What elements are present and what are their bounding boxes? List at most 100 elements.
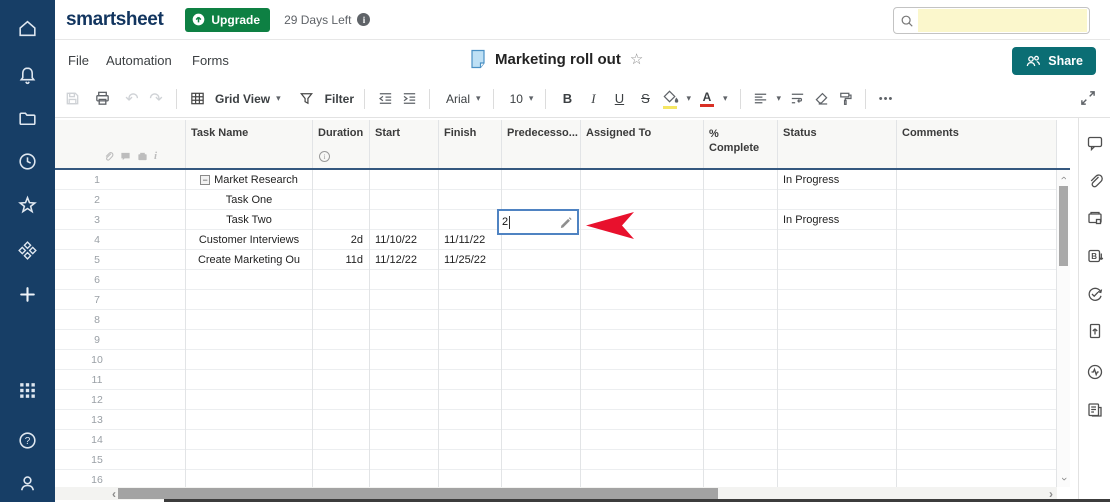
font-size-value[interactable]: 10 xyxy=(510,92,523,106)
column-header-task-name[interactable]: Task Name xyxy=(186,120,313,168)
cell-task-row-3[interactable]: Task Two xyxy=(186,210,313,230)
scroll-up-arrow[interactable]: › xyxy=(1057,172,1070,184)
cell-start-row-7[interactable] xyxy=(370,290,439,310)
menu-automation[interactable]: Automation xyxy=(106,53,172,68)
font-size-caret-icon[interactable]: ▾ xyxy=(529,93,534,104)
align-caret-icon[interactable]: ▾ xyxy=(777,93,782,104)
attachment-paperclip-icon[interactable] xyxy=(103,151,114,162)
more-options-icon[interactable]: ••• xyxy=(874,86,898,112)
cell-comments-row-6[interactable] xyxy=(897,270,1057,290)
cell-finish-row-3[interactable] xyxy=(439,210,502,230)
cell-pred-row-13[interactable] xyxy=(502,410,581,430)
cell-task-row-2[interactable]: Task One xyxy=(186,190,313,210)
cell-pred-row-7[interactable] xyxy=(502,290,581,310)
cell-duration-row-7[interactable] xyxy=(313,290,370,310)
row-number-16[interactable]: 16 xyxy=(55,470,186,487)
vertical-scroll-thumb[interactable] xyxy=(1059,186,1068,266)
row-number-4[interactable]: 4 xyxy=(55,230,186,250)
cell-comments-row-16[interactable] xyxy=(897,470,1057,487)
cell-pct-row-11[interactable] xyxy=(704,370,778,390)
cell-comments-row-2[interactable] xyxy=(897,190,1057,210)
cell-comments-row-10[interactable] xyxy=(897,350,1057,370)
cell-task-row-4[interactable]: Customer Interviews xyxy=(186,230,313,250)
cell-task-row-9[interactable] xyxy=(186,330,313,350)
bold-button[interactable]: B xyxy=(554,86,580,112)
cell-finish-row-10[interactable] xyxy=(439,350,502,370)
cell-task-row-11[interactable] xyxy=(186,370,313,390)
font-family-value[interactable]: Arial xyxy=(446,92,470,106)
grid-view-icon[interactable] xyxy=(185,86,209,112)
outdent-icon[interactable] xyxy=(373,86,397,112)
expand-toolbar-icon[interactable] xyxy=(1078,88,1098,108)
column-header-predecesso-[interactable]: Predecesso... xyxy=(502,120,581,168)
edit-pencil-icon[interactable] xyxy=(559,215,572,228)
cell-start-row-3[interactable] xyxy=(370,210,439,230)
cell-comments-row-4[interactable] xyxy=(897,230,1057,250)
search-box[interactable] xyxy=(893,7,1090,34)
view-selector-label[interactable]: Grid View xyxy=(215,92,270,106)
redo-icon[interactable]: ↷ xyxy=(144,86,168,112)
font-family-caret-icon[interactable]: ▾ xyxy=(476,93,481,104)
undo-icon[interactable]: ↶ xyxy=(120,86,144,112)
strikethrough-button[interactable]: S xyxy=(632,86,658,112)
row-number-15[interactable]: 15 xyxy=(55,450,186,470)
cell-finish-row-6[interactable] xyxy=(439,270,502,290)
cell-pct-row-1[interactable] xyxy=(704,170,778,190)
row-number-7[interactable]: 7 xyxy=(55,290,186,310)
cell-assigned-row-14[interactable] xyxy=(581,430,704,450)
cell-task-row-7[interactable] xyxy=(186,290,313,310)
cell-pct-row-13[interactable] xyxy=(704,410,778,430)
cell-pred-row-5[interactable] xyxy=(502,250,581,270)
cell-task-row-13[interactable] xyxy=(186,410,313,430)
cell-comments-row-13[interactable] xyxy=(897,410,1057,430)
cell-duration-row-9[interactable] xyxy=(313,330,370,350)
cell-finish-row-8[interactable] xyxy=(439,310,502,330)
column-header-finish[interactable]: Finish xyxy=(439,120,502,168)
cell-status-row-16[interactable] xyxy=(778,470,897,487)
cell-pred-row-14[interactable] xyxy=(502,430,581,450)
cell-status-row-13[interactable] xyxy=(778,410,897,430)
cell-assigned-row-1[interactable] xyxy=(581,170,704,190)
cell-pred-row-8[interactable] xyxy=(502,310,581,330)
info-indicator-icon[interactable]: i xyxy=(154,150,157,162)
cell-assigned-row-12[interactable] xyxy=(581,390,704,410)
cell-comments-row-15[interactable] xyxy=(897,450,1057,470)
cell-duration-row-15[interactable] xyxy=(313,450,370,470)
save-icon[interactable] xyxy=(60,86,84,112)
cell-status-row-4[interactable] xyxy=(778,230,897,250)
cell-pred-row-11[interactable] xyxy=(502,370,581,390)
cell-assigned-row-11[interactable] xyxy=(581,370,704,390)
conversations-icon[interactable] xyxy=(1086,134,1104,152)
fill-color-caret-icon[interactable]: ▾ xyxy=(686,93,691,104)
cell-status-row-14[interactable] xyxy=(778,430,897,450)
cell-assigned-row-9[interactable] xyxy=(581,330,704,350)
brandfolder-icon[interactable]: B xyxy=(1086,247,1104,265)
cell-task-row-14[interactable] xyxy=(186,430,313,450)
publish-icon[interactable] xyxy=(1086,322,1104,340)
row-number-14[interactable]: 14 xyxy=(55,430,186,450)
cell-assigned-row-10[interactable] xyxy=(581,350,704,370)
cell-start-row-2[interactable] xyxy=(370,190,439,210)
cell-status-row-5[interactable] xyxy=(778,250,897,270)
cell-start-row-9[interactable] xyxy=(370,330,439,350)
cell-pct-row-14[interactable] xyxy=(704,430,778,450)
cell-task-row-12[interactable] xyxy=(186,390,313,410)
cell-assigned-row-7[interactable] xyxy=(581,290,704,310)
search-input[interactable] xyxy=(918,9,1087,32)
cell-pred-row-1[interactable] xyxy=(502,170,581,190)
cell-pct-row-15[interactable] xyxy=(704,450,778,470)
update-requests-icon[interactable] xyxy=(1086,285,1104,303)
cell-start-row-5[interactable]: 11/12/22 xyxy=(370,250,439,270)
cell-pct-row-8[interactable] xyxy=(704,310,778,330)
cell-comments-row-14[interactable] xyxy=(897,430,1057,450)
row-number-8[interactable]: 8 xyxy=(55,310,186,330)
cell-duration-row-14[interactable] xyxy=(313,430,370,450)
print-icon[interactable] xyxy=(90,86,114,112)
cell-finish-row-13[interactable] xyxy=(439,410,502,430)
cell-start-row-14[interactable] xyxy=(370,430,439,450)
cell-duration-row-4[interactable]: 2d xyxy=(313,230,370,250)
cell-comments-row-12[interactable] xyxy=(897,390,1057,410)
cell-duration-row-2[interactable] xyxy=(313,190,370,210)
cell-duration-row-13[interactable] xyxy=(313,410,370,430)
cell-status-row-3[interactable]: In Progress xyxy=(778,210,897,230)
